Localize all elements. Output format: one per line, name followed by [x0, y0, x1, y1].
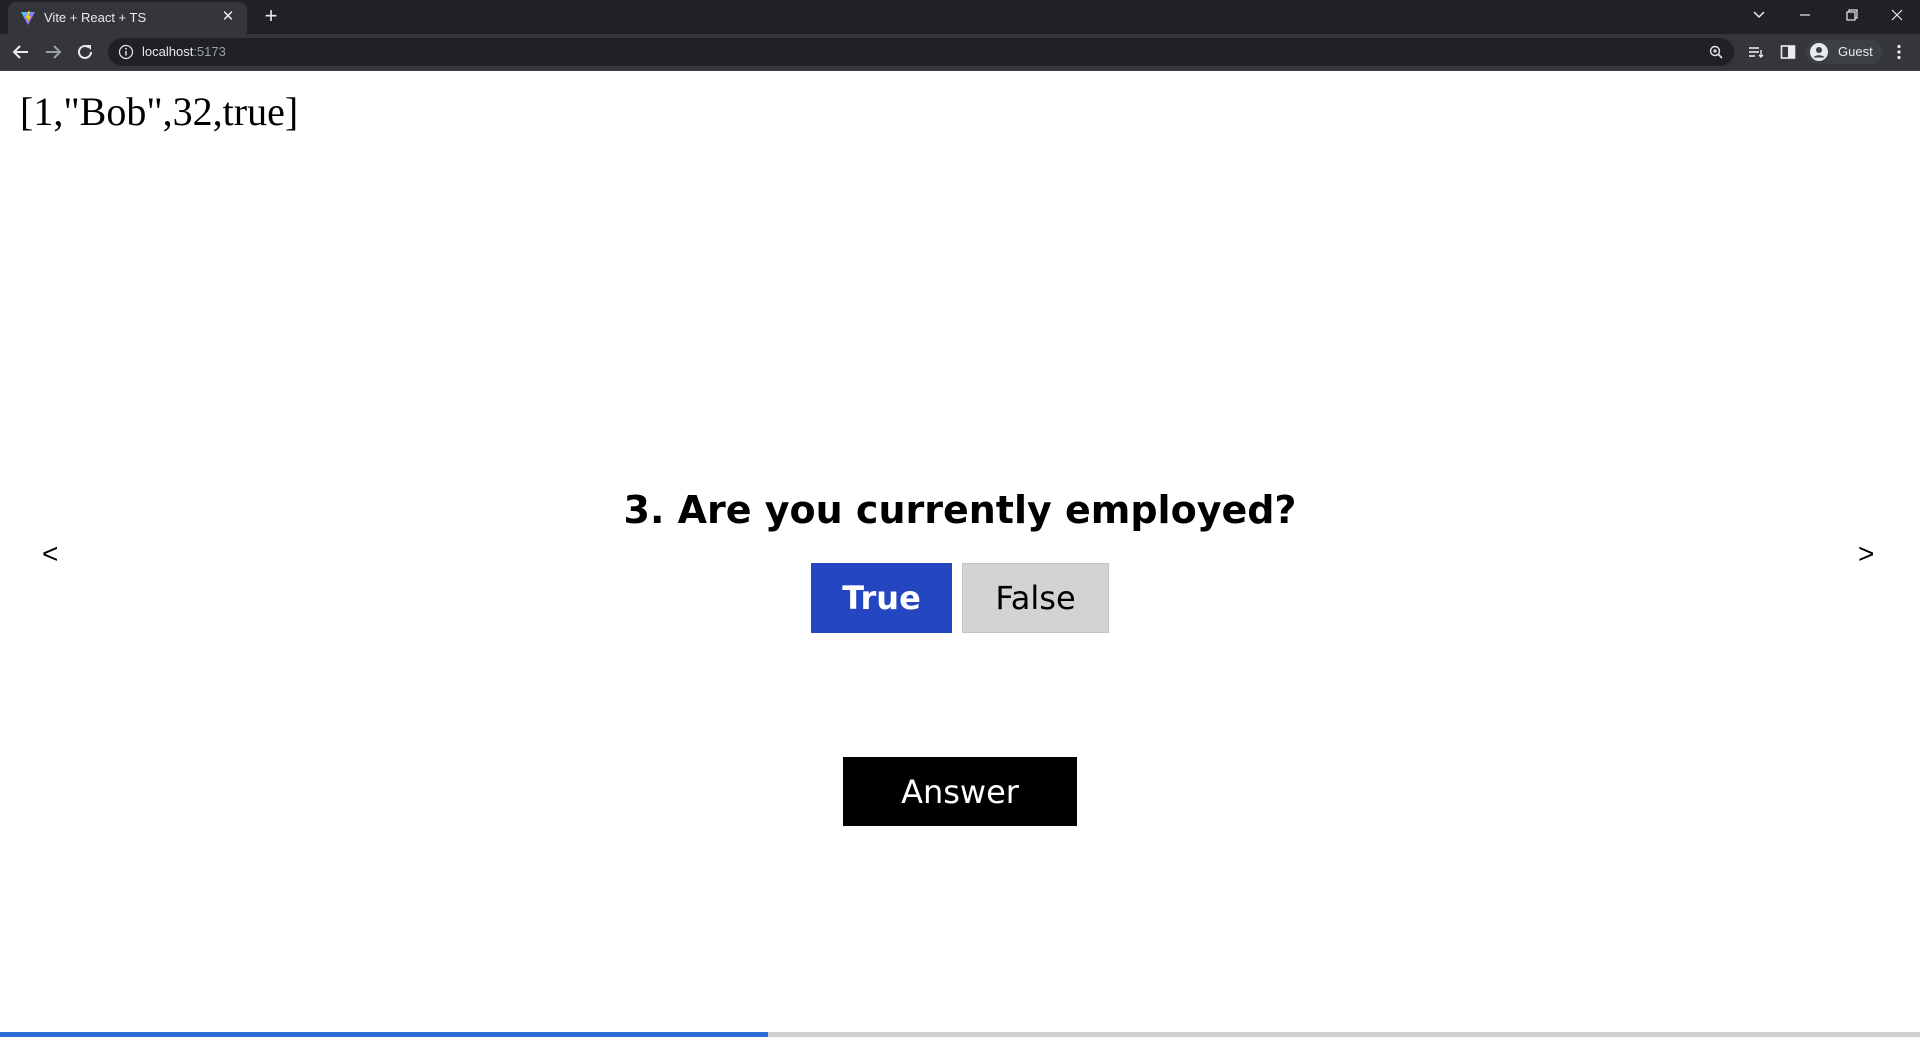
zoom-icon[interactable]	[1708, 44, 1724, 60]
true-option-button[interactable]: True	[811, 563, 952, 633]
side-panel-icon[interactable]	[1779, 43, 1797, 61]
kebab-menu-icon[interactable]	[1890, 43, 1908, 61]
url-port: :5173	[193, 44, 226, 59]
browser-toolbar: localhost:5173 Guest	[0, 34, 1920, 71]
profile-label: Guest	[1838, 44, 1873, 59]
address-bar[interactable]: localhost:5173	[108, 38, 1734, 66]
profile-button[interactable]: Guest	[1806, 40, 1882, 64]
progress-fill	[0, 1032, 768, 1037]
next-question-button[interactable]: >	[1858, 538, 1874, 570]
minimize-icon[interactable]	[1792, 3, 1818, 27]
reload-icon[interactable]	[73, 40, 97, 64]
arrow-left-icon[interactable]	[9, 40, 33, 64]
vite-logo-icon	[21, 11, 35, 25]
url-text: localhost:5173	[142, 44, 226, 59]
plus-icon[interactable]: +	[260, 5, 282, 27]
tab-title: Vite + React + TS	[44, 10, 147, 25]
progress-bar	[0, 1032, 1920, 1037]
previous-question-button[interactable]: <	[42, 538, 58, 570]
close-icon[interactable]: ✕	[219, 8, 237, 26]
restore-icon[interactable]	[1838, 3, 1864, 27]
answers-state-text: [1,"Bob",32,true]	[20, 89, 299, 134]
arrow-right-icon[interactable]	[41, 40, 65, 64]
reading-list-icon[interactable]	[1747, 43, 1765, 61]
answer-button[interactable]: Answer	[843, 757, 1077, 826]
tab-strip: Vite + React + TS ✕ +	[0, 0, 1920, 34]
browser-tab[interactable]: Vite + React + TS ✕	[8, 2, 247, 34]
question-title: 3. Are you currently employed?	[623, 488, 1297, 532]
window-close-icon[interactable]	[1884, 3, 1910, 27]
false-option-button[interactable]: False	[962, 563, 1109, 633]
avatar-icon	[1810, 43, 1828, 61]
tab-search-chevron-icon[interactable]	[1746, 3, 1772, 27]
url-host: localhost	[142, 44, 194, 59]
info-icon[interactable]	[118, 44, 134, 60]
